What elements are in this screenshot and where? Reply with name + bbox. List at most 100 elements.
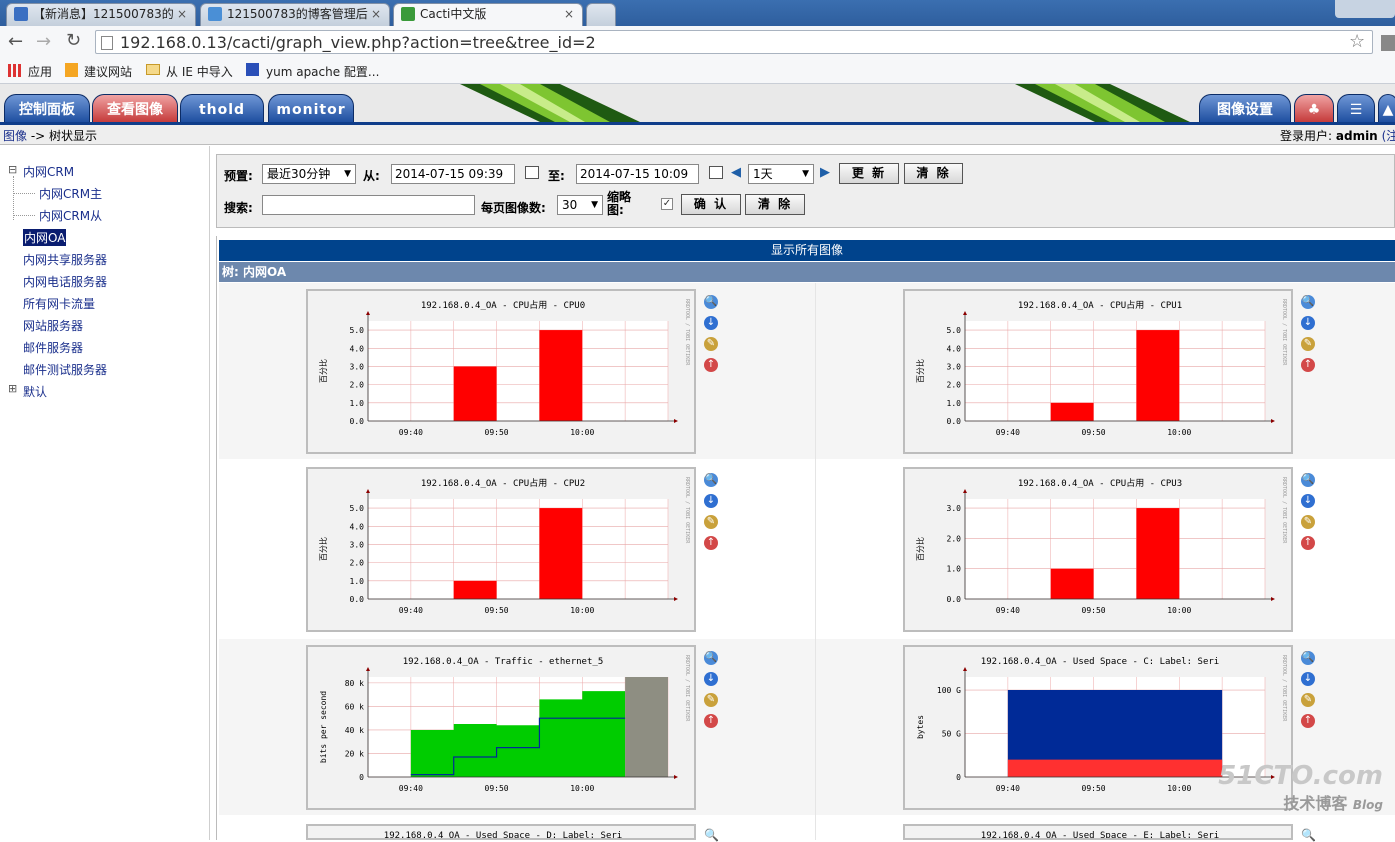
- calendar-icon[interactable]: [525, 166, 539, 179]
- tab-thold[interactable]: thold: [180, 94, 264, 122]
- zoom-icon[interactable]: 🔍: [704, 473, 718, 487]
- calendar-icon[interactable]: [709, 166, 723, 179]
- collapse-icon[interactable]: ⊟: [8, 163, 17, 176]
- data-bar: [1136, 330, 1180, 421]
- top-icon[interactable]: ↑: [1301, 714, 1315, 728]
- graph-title: 192.168.0.4_OA - Used Space - D: Label: …: [384, 831, 622, 840]
- breadcrumb-graphs-link[interactable]: 图像: [3, 129, 27, 143]
- back-icon[interactable]: ←: [8, 31, 23, 52]
- top-icon[interactable]: ↑: [1301, 358, 1315, 372]
- breadcrumb: [0, 125, 1395, 145]
- tree-item-mail-test-server[interactable]: 邮件测试服务器: [23, 361, 107, 378]
- download-icon[interactable]: ↓: [704, 494, 718, 508]
- tree-item-crm[interactable]: 内网CRM: [23, 163, 74, 180]
- from-date-input[interactable]: 2014-07-15 09:39: [391, 164, 515, 184]
- tree-item-web-server[interactable]: 网站服务器: [23, 317, 83, 334]
- properties-icon[interactable]: ✎: [1301, 693, 1315, 707]
- y-tick-label: 3.0: [947, 362, 962, 371]
- properties-icon[interactable]: ✎: [1301, 337, 1315, 351]
- download-icon[interactable]: ↓: [704, 672, 718, 686]
- list-view-icon[interactable]: ☰: [1337, 94, 1375, 122]
- confirm-button[interactable]: 确 认: [681, 194, 741, 215]
- plot-background: [368, 321, 668, 421]
- tree-item-phone-server[interactable]: 内网电话服务器: [23, 273, 107, 290]
- home-icon: [14, 7, 28, 21]
- graph-partial-e[interactable]: 192.168.0.4_OA - Used Space - E: Label: …: [903, 824, 1293, 840]
- zoom-icon[interactable]: 🔍: [1301, 295, 1315, 309]
- preset-select[interactable]: 最近30分钟 ▼: [262, 164, 356, 184]
- bookmark-apps[interactable]: 应用: [28, 63, 52, 80]
- reload-icon[interactable]: ↻: [66, 30, 81, 51]
- tab-console[interactable]: 控制面板: [4, 94, 90, 122]
- properties-icon[interactable]: ✎: [704, 515, 718, 529]
- graph-title: 192.168.0.4_OA - Traffic - ethernet_5: [403, 657, 603, 667]
- download-icon[interactable]: ↓: [1301, 316, 1315, 330]
- graph-1[interactable]: 0.0 1.0 2.0 3.0 4.0 5.0 09:40 09:50 10:00 192.168…: [306, 289, 696, 454]
- top-icon[interactable]: ↑: [704, 714, 718, 728]
- top-icon[interactable]: ↑: [704, 536, 718, 550]
- zoom-icon[interactable]: 🔍: [704, 295, 718, 309]
- rrdtool-credit: RRDTOOL / TOBI OETIKER: [684, 477, 690, 544]
- tab-graph-settings[interactable]: 图像设置: [1199, 94, 1291, 122]
- download-icon[interactable]: ↓: [1301, 494, 1315, 508]
- menu-icon[interactable]: [1381, 35, 1395, 51]
- clear-search-button[interactable]: 清 除: [745, 194, 805, 215]
- expand-icon[interactable]: ⊞: [8, 382, 17, 395]
- browser-tab-3[interactable]: Cacti中文版 ×: [393, 3, 583, 27]
- download-icon[interactable]: ↓: [704, 316, 718, 330]
- graph-3[interactable]: 0.0 1.0 2.0 3.0 4.0 5.0 09:40 09:50 10:00 192.168…: [306, 467, 696, 632]
- tree-view-icon[interactable]: ♣: [1294, 94, 1334, 122]
- zoom-icon[interactable]: 🔍: [704, 651, 718, 665]
- tab-monitor[interactable]: monitor: [268, 94, 354, 122]
- x-axis-arrow: [674, 597, 678, 601]
- clear-time-button[interactable]: 清 除: [904, 163, 963, 184]
- graph-4[interactable]: 0.0 1.0 2.0 3.0 09:40 09:50 10:00 192.168.0.4_O…: [903, 467, 1293, 632]
- shift-left-icon[interactable]: ◀: [731, 165, 741, 180]
- window-controls[interactable]: [1335, 0, 1395, 18]
- per-page-select[interactable]: 30 ▼: [557, 195, 603, 215]
- tree-item-oa[interactable]: 内网OA: [23, 229, 67, 246]
- to-label: 至:: [548, 169, 565, 183]
- zoom-icon[interactable]: 🔍: [1301, 651, 1315, 665]
- timespan-select[interactable]: 1天 ▼: [748, 164, 814, 184]
- top-icon[interactable]: ↑: [704, 358, 718, 372]
- logout-link[interactable]: (注: [1382, 129, 1395, 143]
- search-input[interactable]: [262, 195, 475, 215]
- tree-item-crm-master[interactable]: 内网CRM主: [39, 185, 102, 202]
- close-icon[interactable]: ×: [564, 4, 574, 24]
- y-axis-label: 百分比: [915, 359, 925, 383]
- tree-item-default[interactable]: 默认: [23, 383, 47, 400]
- graph-5[interactable]: 0 20 k 40 k 60 k 80 k 09:40 09:50 10:00 192.168.…: [306, 645, 696, 810]
- star-icon[interactable]: ☆: [1349, 31, 1365, 52]
- bookmark-suggested[interactable]: 建议网站: [84, 63, 132, 80]
- properties-icon[interactable]: ✎: [704, 693, 718, 707]
- browser-tab-2[interactable]: 121500783的博客管理后 ×: [200, 3, 390, 26]
- bookmark-ie-import[interactable]: 从 IE 中导入: [166, 63, 233, 80]
- refresh-button[interactable]: 更 新: [839, 163, 899, 184]
- y-tick-label: 2.0: [947, 381, 962, 390]
- y-tick-label: 4.0: [350, 522, 365, 531]
- graph-partial-d[interactable]: 192.168.0.4_OA - Used Space - D: Label: …: [306, 824, 696, 840]
- tree-item-mail-server[interactable]: 邮件服务器: [23, 339, 83, 356]
- tab-graphs[interactable]: 查看图像: [92, 94, 178, 122]
- properties-icon[interactable]: ✎: [704, 337, 718, 351]
- new-tab-button[interactable]: [586, 3, 616, 26]
- shift-right-icon[interactable]: ▶: [820, 165, 830, 180]
- top-icon[interactable]: ↑: [1301, 536, 1315, 550]
- tree-item-all-nic-traffic[interactable]: 所有网卡流量: [23, 295, 95, 312]
- forward-icon[interactable]: →: [36, 31, 51, 52]
- zoom-icon[interactable]: 🔍: [1301, 473, 1315, 487]
- close-icon[interactable]: ×: [371, 4, 381, 24]
- tree-item-crm-slave[interactable]: 内网CRM从: [39, 207, 102, 224]
- download-icon[interactable]: ↓: [1301, 672, 1315, 686]
- tree-item-share-server[interactable]: 内网共享服务器: [23, 251, 107, 268]
- preview-view-icon[interactable]: ▲: [1378, 94, 1395, 122]
- to-date-input[interactable]: 2014-07-15 10:09: [576, 164, 699, 184]
- close-icon[interactable]: ×: [177, 4, 187, 24]
- thumbnail-checkbox[interactable]: ✓: [661, 198, 673, 210]
- data-bar: [1050, 568, 1094, 599]
- properties-icon[interactable]: ✎: [1301, 515, 1315, 529]
- bookmark-yum-apache[interactable]: yum apache 配置...: [266, 63, 379, 80]
- graph-2[interactable]: 0.0 1.0 2.0 3.0 4.0 5.0 09:40 09:50 10:00 192.168…: [903, 289, 1293, 454]
- browser-tab-1[interactable]: 【新消息】121500783的 ×: [6, 3, 196, 26]
